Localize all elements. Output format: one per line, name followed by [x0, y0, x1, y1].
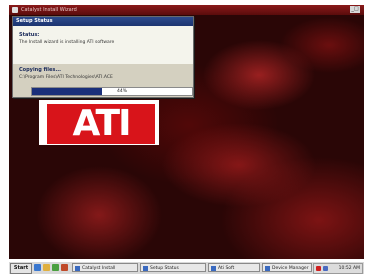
window-title: Catalyst Install Wizard [21, 7, 77, 13]
ati-logo-red-block: ATI [47, 104, 155, 144]
clock[interactable]: 10:52 AM [339, 264, 360, 273]
media-icon[interactable] [52, 264, 59, 271]
file-label: Copying files... [19, 67, 62, 73]
ati-logo-text: ATI [72, 103, 131, 144]
taskbar: Start Catalyst Install Setup Status Ati … [9, 261, 364, 274]
setup-status-dialog: Setup Status Status: The Install wizard … [12, 16, 194, 98]
network-tray-icon[interactable] [323, 266, 328, 271]
status-text: The Install wizard is installing ATI sof… [19, 40, 115, 45]
install-progress-bar: 44% [31, 87, 193, 96]
start-button[interactable]: Start [10, 263, 32, 274]
progress-fill [32, 88, 103, 95]
task-app-icon [143, 266, 148, 271]
taskbar-item-3[interactable]: Device Manager [262, 263, 312, 272]
monitor-screen: Catalyst Install Wizard _□ Setup Status … [0, 0, 368, 276]
dialog-title-bar[interactable]: Setup Status [13, 17, 193, 26]
task-app-icon [75, 266, 80, 271]
window-controls[interactable]: _□ [350, 6, 360, 13]
desktop-icon[interactable] [43, 264, 50, 271]
task-app-icon [211, 266, 216, 271]
window-title-bar[interactable]: Catalyst Install Wizard _□ [9, 5, 364, 15]
system-tray: 10:52 AM [313, 263, 363, 274]
ati-logo: ATI [39, 100, 159, 145]
taskbar-item-0[interactable]: Catalyst Install [72, 263, 138, 272]
explorer-icon[interactable] [61, 264, 68, 271]
dialog-header [13, 26, 193, 64]
progress-percent: 44% [117, 89, 128, 94]
file-path-text: C:\Program Files\ATI Technologies\ATI.AC… [19, 75, 113, 80]
dialog-title: Setup Status [16, 18, 53, 24]
task-label: Setup Status [150, 266, 179, 271]
task-app-icon [265, 266, 270, 271]
ie-icon[interactable] [34, 264, 41, 271]
ati-tray-icon[interactable] [316, 266, 321, 271]
task-label: Ati Soft [218, 266, 235, 271]
task-label: Device Manager [272, 266, 309, 271]
taskbar-item-2[interactable]: Ati Soft [208, 263, 260, 272]
task-label: Catalyst Install [82, 266, 116, 271]
status-label: Status: [19, 32, 40, 38]
taskbar-item-1[interactable]: Setup Status [140, 263, 206, 272]
desktop: Catalyst Install Wizard _□ Setup Status … [9, 5, 364, 259]
app-icon [12, 7, 18, 13]
